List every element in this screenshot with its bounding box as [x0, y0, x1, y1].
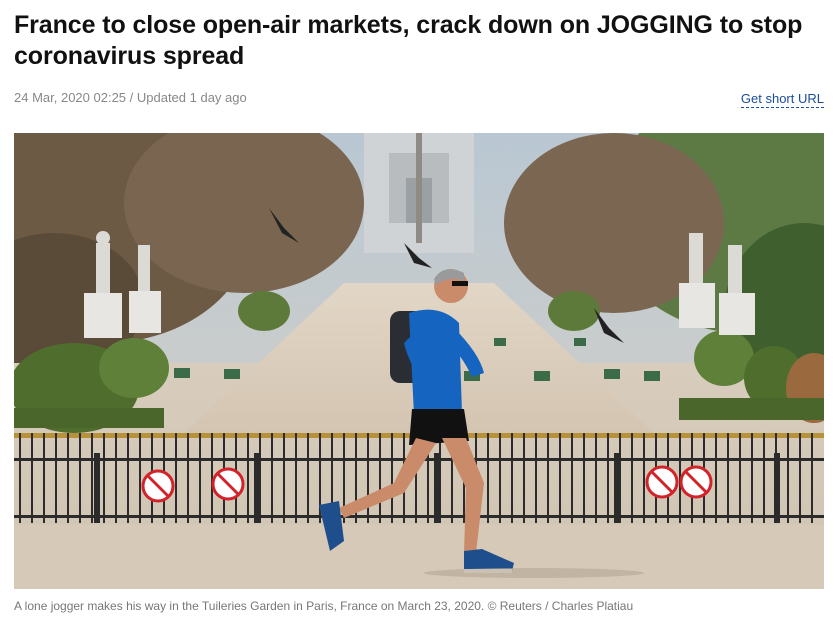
article-dateline: 24 Mar, 2020 02:25 / Updated 1 day ago — [14, 90, 247, 105]
article: France to close open-air markets, crack … — [0, 0, 837, 620]
get-short-url-link[interactable]: Get short URL — [740, 91, 824, 108]
article-meta: 24 Mar, 2020 02:25 / Updated 1 day ago G… — [14, 90, 824, 110]
photo-caption: A lone jogger makes his way in the Tuile… — [14, 599, 634, 613]
article-photo — [14, 133, 824, 589]
article-headline: France to close open-air markets, crack … — [14, 11, 803, 70]
jogger-photo-illustration — [14, 133, 824, 589]
